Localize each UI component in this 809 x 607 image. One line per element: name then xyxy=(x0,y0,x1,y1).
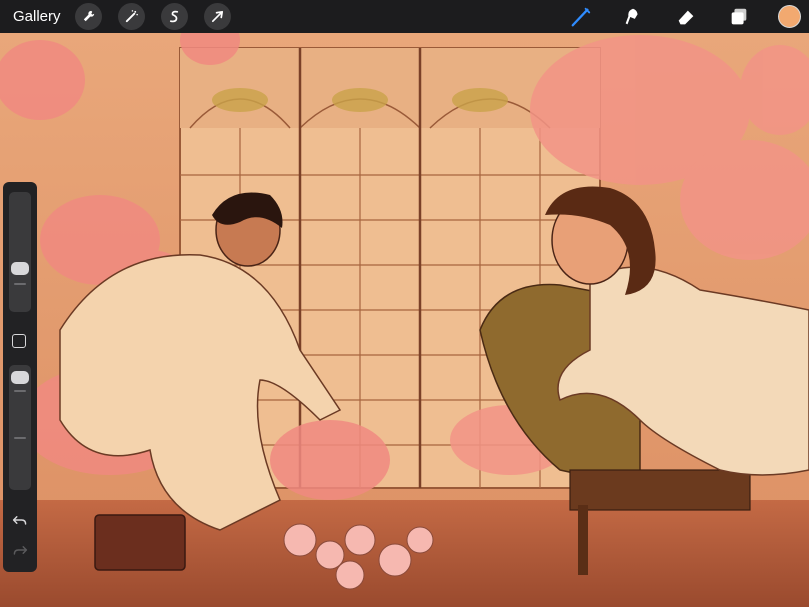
brush-size-slider[interactable] xyxy=(9,192,31,312)
adjustments-button[interactable] xyxy=(117,3,145,30)
transform-button[interactable] xyxy=(203,3,231,30)
actions-button[interactable] xyxy=(74,3,102,30)
color-picker-button[interactable] xyxy=(778,5,801,28)
opacity-thumb[interactable] xyxy=(11,371,29,384)
layers-icon xyxy=(731,8,747,25)
undo-icon xyxy=(12,516,27,525)
layers-button[interactable] xyxy=(726,4,752,30)
redo-icon xyxy=(13,546,28,555)
side-toolbar xyxy=(3,182,37,572)
eraser-tool-button[interactable] xyxy=(673,4,699,30)
slider-tick xyxy=(14,437,26,439)
smudge-tool-button[interactable] xyxy=(620,4,646,30)
selection-button[interactable] xyxy=(160,3,188,30)
slider-tick xyxy=(14,390,26,392)
magic-wand-icon xyxy=(125,10,138,23)
brush-icon xyxy=(571,7,591,27)
slider-tick xyxy=(14,283,26,285)
smudge-icon xyxy=(625,8,638,25)
arrow-cursor-icon xyxy=(211,10,223,23)
brush-size-thumb[interactable] xyxy=(11,262,29,275)
brush-tool-button[interactable] xyxy=(568,4,594,30)
eraser-icon xyxy=(678,10,694,25)
selection-s-icon xyxy=(169,10,178,23)
wrench-icon xyxy=(83,10,94,22)
drawing-canvas[interactable] xyxy=(0,0,809,607)
top-toolbar: Gallery xyxy=(0,0,809,33)
modifier-button[interactable] xyxy=(12,334,26,348)
redo-button[interactable] xyxy=(10,540,30,560)
undo-button[interactable] xyxy=(10,510,30,530)
gallery-button[interactable]: Gallery xyxy=(13,8,61,25)
ornate-box xyxy=(94,514,186,571)
